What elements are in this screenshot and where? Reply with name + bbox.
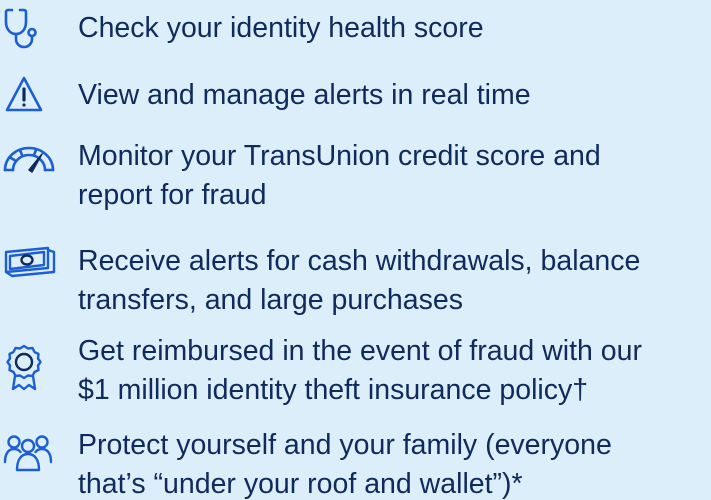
feature-text: Monitor your TransUnion credit score and… (78, 137, 711, 215)
feature-line: report for fraud (78, 179, 267, 211)
feature-item-alerts: View and manage alerts in real time (0, 73, 711, 119)
family-icon (2, 432, 58, 478)
cash-icon (2, 238, 58, 284)
feature-line: Monitor your TransUnion credit score and (78, 140, 601, 172)
feature-list: Check your identity health score View an… (0, 0, 711, 500)
feature-text: Check your identity health score (78, 9, 711, 48)
feature-line: that’s “under your roof and wallet”)* (78, 468, 523, 500)
feature-line: transfers, and large purchases (78, 284, 463, 316)
feature-line: $1 million identity theft insurance poli… (78, 374, 589, 406)
speedometer-icon (2, 136, 58, 182)
award-ribbon-icon (2, 344, 58, 391)
feature-line: Check your identity health score (78, 12, 484, 44)
feature-item-cash-alerts: Receive alerts for cash withdrawals, bal… (0, 236, 711, 316)
feature-item-family: Protect yourself and your family (everyo… (0, 426, 711, 500)
feature-text: Get reimbursed in the event of fraud wit… (78, 332, 711, 410)
feature-text: Protect yourself and your family (everyo… (78, 426, 711, 500)
feature-line: Receive alerts for cash withdrawals, bal… (78, 245, 641, 277)
feature-item-insurance: Get reimbursed in the event of fraud wit… (0, 335, 711, 418)
feature-line: View and manage alerts in real time (78, 79, 531, 111)
warning-triangle-icon (2, 73, 58, 119)
stethoscope-icon (2, 6, 58, 52)
feature-text: View and manage alerts in real time (78, 76, 711, 115)
feature-line: Protect yourself and your family (everyo… (78, 429, 612, 461)
feature-item-credit-score: Monitor your TransUnion credit score and… (0, 132, 711, 212)
feature-text: Receive alerts for cash withdrawals, bal… (78, 242, 711, 320)
feature-line: Get reimbursed in the event of fraud wit… (78, 335, 642, 367)
feature-item-health-score: Check your identity health score (0, 4, 711, 50)
